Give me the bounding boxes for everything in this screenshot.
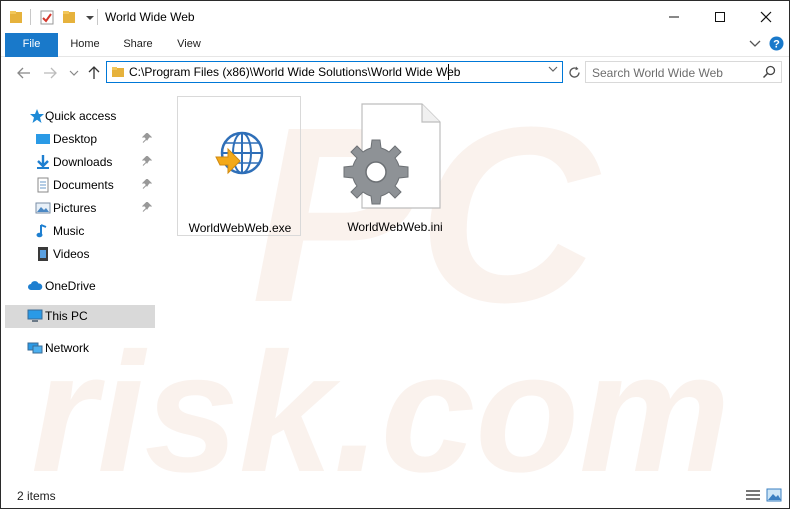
- chevron-down-icon: [548, 66, 558, 72]
- large-icons-view-icon[interactable]: [766, 488, 782, 502]
- cloud-icon: [28, 281, 43, 290]
- sidebar-item-this-pc[interactable]: This PC: [5, 305, 155, 328]
- sidebar-item-label: This PC: [45, 309, 88, 323]
- pin-icon[interactable]: [142, 179, 152, 189]
- up-button[interactable]: [85, 64, 103, 82]
- text-cursor: [448, 64, 449, 80]
- star-icon: [30, 109, 44, 123]
- svg-text:?: ?: [773, 39, 780, 51]
- address-bar-row: C:\Program Files (x86)\World Wide Soluti…: [1, 57, 789, 89]
- forward-button[interactable]: [41, 64, 59, 82]
- quick-toolbar-divider: [30, 9, 31, 25]
- search-icon[interactable]: [762, 65, 776, 79]
- address-dropdown-button[interactable]: [548, 65, 558, 76]
- pin-icon[interactable]: [142, 202, 152, 212]
- desktop-icon: [36, 134, 50, 144]
- tab-share[interactable]: Share: [115, 33, 161, 57]
- sidebar-item-onedrive[interactable]: OneDrive: [5, 275, 155, 297]
- maximize-icon: [715, 12, 725, 22]
- title-bar: World Wide Web: [1, 1, 789, 33]
- tab-view[interactable]: View: [167, 33, 211, 57]
- computer-icon: [27, 309, 43, 322]
- expand-ribbon-icon[interactable]: [749, 39, 761, 49]
- sidebar-item-label: Music: [53, 224, 85, 238]
- sidebar-item-network[interactable]: Network: [5, 337, 155, 359]
- sidebar-item-documents[interactable]: Documents: [5, 174, 155, 196]
- file-item[interactable]: WorldWebWeb.exe: [177, 96, 301, 236]
- details-view-icon[interactable]: [745, 488, 761, 502]
- item-count: 2 items: [17, 489, 56, 503]
- file-name[interactable]: WorldWebWeb.ini: [333, 220, 457, 234]
- new-folder-icon[interactable]: [62, 9, 76, 25]
- maximize-button[interactable]: [697, 1, 743, 33]
- sidebar-item-label: Downloads: [53, 155, 113, 169]
- sidebar-item-label: Network: [45, 341, 90, 355]
- globe-exe-icon: [178, 97, 302, 217]
- sidebar-item-videos[interactable]: Videos: [5, 243, 155, 265]
- navigation-pane: Quick access Desktop Downloads Documents: [1, 93, 157, 483]
- refresh-icon: [568, 66, 580, 78]
- documents-icon: [37, 177, 49, 193]
- music-icon: [36, 224, 47, 238]
- address-path[interactable]: C:\Program Files (x86)\World Wide Soluti…: [129, 65, 460, 79]
- chevron-down-icon: [69, 70, 79, 76]
- sidebar-item-pictures[interactable]: Pictures: [5, 197, 155, 219]
- sidebar-item-label: Pictures: [53, 201, 97, 215]
- sidebar-item-downloads[interactable]: Downloads: [5, 151, 155, 173]
- close-button[interactable]: [743, 1, 789, 33]
- ribbon-tabs: File Home Share View ?: [1, 33, 789, 57]
- sidebar-item-label: Quick access: [45, 109, 117, 123]
- explorer-window: PC risk.com World Wide Web File Home Sha…: [0, 0, 790, 509]
- sidebar-item-desktop[interactable]: Desktop: [5, 128, 155, 150]
- status-bar: 2 items: [1, 483, 789, 508]
- sidebar-item-label: OneDrive: [45, 279, 96, 293]
- tab-file[interactable]: File: [5, 33, 58, 57]
- sidebar-item-music[interactable]: Music: [5, 220, 155, 242]
- folder-icon: [112, 67, 124, 77]
- sidebar-item-quick-access[interactable]: Quick access: [5, 105, 155, 127]
- sidebar-item-label: Videos: [53, 247, 90, 261]
- settings-file-icon: [333, 96, 457, 216]
- forward-arrow-icon: [44, 67, 57, 79]
- title-divider: [97, 9, 98, 25]
- search-box[interactable]: Search World Wide Web: [585, 61, 782, 83]
- properties-icon[interactable]: [40, 9, 54, 25]
- pictures-icon: [35, 202, 51, 214]
- downloads-icon: [37, 155, 49, 169]
- refresh-button[interactable]: [566, 61, 582, 83]
- sidebar-item-label: Documents: [53, 178, 114, 192]
- recent-locations-button[interactable]: [65, 64, 83, 82]
- file-item[interactable]: WorldWebWeb.ini: [333, 96, 457, 236]
- minimize-icon: [669, 16, 679, 18]
- minimize-button[interactable]: [651, 1, 697, 33]
- file-list: WorldWebWeb.exe WorldWebWeb.ini: [161, 93, 789, 483]
- back-arrow-icon: [17, 67, 30, 79]
- close-icon: [760, 11, 772, 23]
- help-icon[interactable]: ?: [769, 36, 784, 51]
- file-name[interactable]: WorldWebWeb.exe: [178, 221, 302, 235]
- window-title: World Wide Web: [105, 10, 195, 24]
- pin-icon[interactable]: [142, 156, 152, 166]
- customize-toolbar-dropdown-icon[interactable]: [83, 9, 97, 25]
- address-field[interactable]: C:\Program Files (x86)\World Wide Soluti…: [106, 61, 563, 83]
- folder-icon: [10, 11, 22, 23]
- pin-icon[interactable]: [142, 133, 152, 143]
- tab-home[interactable]: Home: [61, 33, 109, 57]
- sidebar-item-label: Desktop: [53, 132, 98, 146]
- back-button[interactable]: [15, 64, 33, 82]
- up-arrow-icon: [88, 66, 100, 79]
- videos-icon: [38, 247, 48, 261]
- search-input[interactable]: Search World Wide Web: [592, 66, 723, 80]
- network-icon: [27, 342, 43, 354]
